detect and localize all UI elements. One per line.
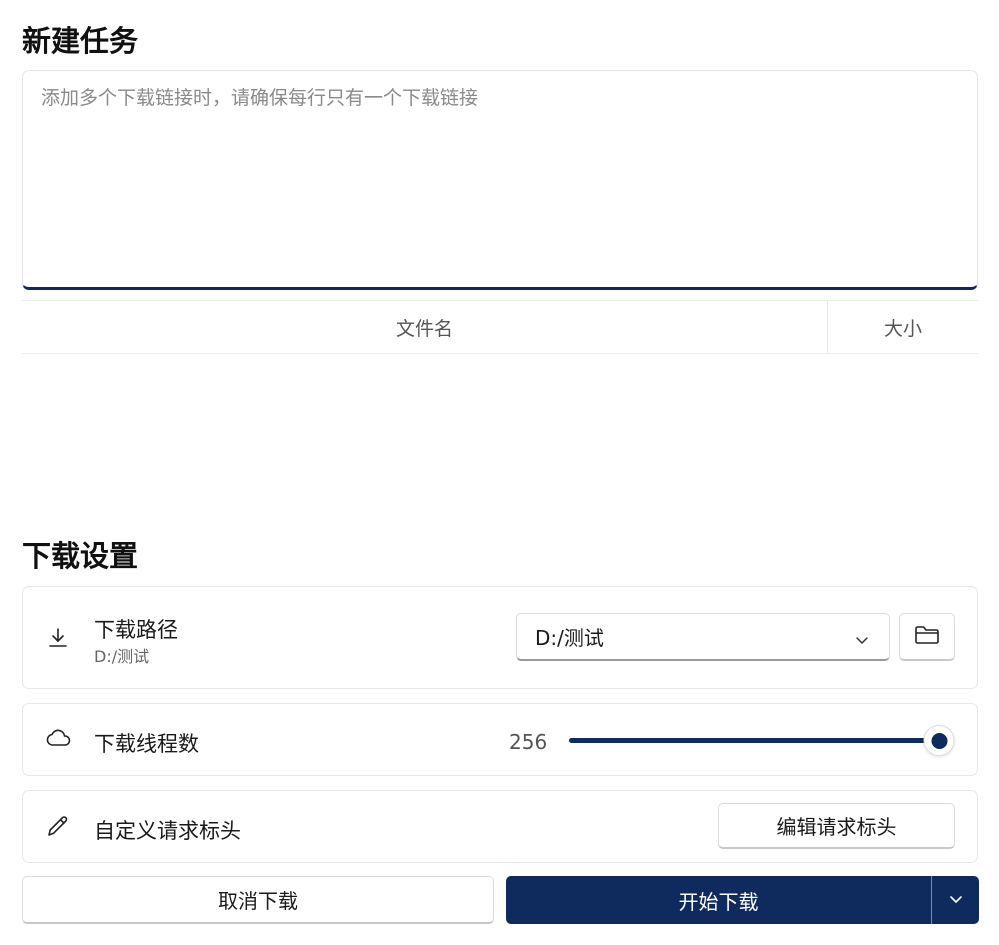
custom-headers-label: 自定义请求标头 [94,819,241,843]
folder-icon [914,624,940,650]
download-threads-card: 下载线程数 256 [22,703,978,776]
browse-folder-button[interactable] [899,613,955,661]
download-threads-value: 256 [509,730,548,754]
download-path-value: D:/测试 [535,626,604,650]
download-path-label: 下载路径 [94,618,178,642]
cancel-download-button[interactable]: 取消下载 [22,876,494,924]
column-header-size[interactable]: 大小 [828,301,978,353]
chevron-down-icon [949,891,963,910]
url-input-box[interactable] [22,70,978,290]
start-download-split-button: 开始下载 [506,876,979,924]
start-download-button[interactable]: 开始下载 [506,876,931,924]
slider-fill [569,738,939,743]
pencil-icon [45,813,71,839]
new-task-title: 新建任务 [22,24,139,58]
custom-headers-card: 自定义请求标头 编辑请求标头 [22,790,978,863]
download-icon [45,625,71,651]
url-input[interactable] [23,71,977,287]
column-header-filename[interactable]: 文件名 [22,301,828,353]
download-path-select[interactable]: D:/测试 [516,613,890,661]
slider-thumb[interactable] [923,725,955,756]
start-download-options-button[interactable] [932,876,979,924]
download-threads-slider[interactable] [569,725,955,756]
cloud-icon [45,725,71,751]
download-threads-label: 下载线程数 [94,732,199,756]
download-path-sublabel: D:/测试 [94,647,150,666]
chevron-down-icon [855,628,869,652]
file-table-header: 文件名 大小 [22,300,978,354]
download-settings-title: 下载设置 [22,539,139,573]
edit-headers-button[interactable]: 编辑请求标头 [718,803,955,849]
download-path-card: 下载路径 D:/测试 D:/测试 [22,586,978,689]
